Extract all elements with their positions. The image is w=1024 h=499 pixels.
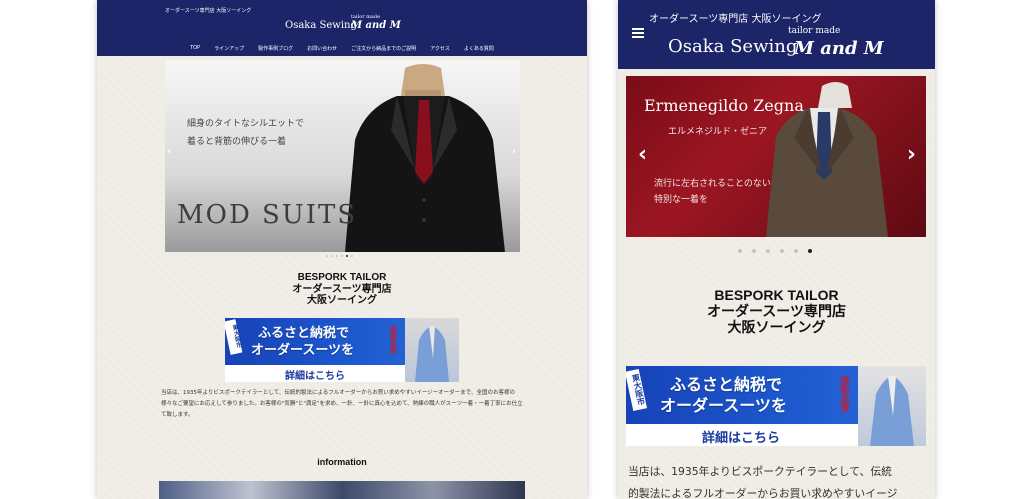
desktop-logo[interactable]: Osaka Sewing tailor made M and M: [285, 14, 425, 36]
nav-item-faq[interactable]: よくある質問: [464, 45, 494, 52]
slider-dot[interactable]: [341, 255, 343, 257]
hero-text: 細身のタイトなシルエットで 着ると背筋の伸びる一着: [187, 115, 304, 151]
hero-line-1: 細身のタイトなシルエットで: [187, 119, 305, 129]
nav-item-access[interactable]: アクセス: [430, 45, 450, 52]
mobile-hero-slider: Ermenegildo Zegna エルメネジルド・ゼニア 流行に左右されること…: [626, 76, 926, 237]
title-line-1: BESPORK TAILOR: [297, 272, 387, 283]
desktop-page-title: BESPORK TAILOR オーダースーツ専門店 大阪ソーイング: [242, 272, 442, 307]
nav-item-blog[interactable]: 製作事例ブログ: [258, 45, 293, 52]
mobile-furusato-banner[interactable]: 東大阪市 ふるさと納税で オーダースーツを 詳細はこちら 感動品質: [626, 366, 926, 446]
mobile-intro-text: 当店は、1935年よりビスポークテイラーとして、伝統 的製法によるフルオーダーか…: [628, 461, 928, 499]
banner-badge: 感動品質: [389, 326, 399, 354]
nav-item-order-guide[interactable]: ご注文から納品までのご説明: [351, 45, 416, 52]
title-line-1: BESPORK TAILOR: [714, 287, 839, 303]
slider-dot[interactable]: [794, 249, 798, 253]
banner-line-3: 詳細はこちら: [285, 371, 345, 382]
nav-item-lineup[interactable]: ラインアップ: [214, 45, 244, 52]
mobile-logo-script: M and M: [794, 38, 884, 59]
mobile-header: オーダースーツ専門店 大阪ソーイング Osaka Sewing tailor m…: [618, 0, 935, 69]
desktop-header: オーダースーツ専門店 大阪ソーイング Osaka Sewing tailor m…: [97, 0, 587, 56]
mobile-logo[interactable]: Osaka Sewing tailor made M and M: [668, 22, 908, 62]
hero-line-2: 着ると背筋の伸びる一着: [187, 137, 287, 147]
banner-tag: 東大阪市: [225, 319, 243, 355]
slider-dot-active[interactable]: [808, 249, 812, 253]
mobile-slider-dots: [738, 249, 812, 253]
desktop-slider-dots: [326, 255, 353, 257]
desktop-intro-text: 当店は、1935年よりビスポークテイラーとして、伝統的製法によるフルオーダーから…: [161, 390, 523, 418]
screenshot-stage: オーダースーツ専門店 大阪ソーイング Osaka Sewing tailor m…: [0, 0, 1024, 499]
mobile-slider-prev-arrow[interactable]: ‹: [638, 142, 647, 167]
zegna-brand-jp: エルメネジルド・ゼニア: [668, 127, 768, 137]
slider-dot[interactable]: [766, 249, 770, 253]
hero-caption: MOD SUITS: [177, 200, 358, 230]
desktop-hero-slider: 細身のタイトなシルエットで 着ると背筋の伸びる一着 MOD SUITS ‹ ›: [165, 60, 520, 252]
nav-item-top[interactable]: TOP: [190, 45, 200, 52]
banner-line-2: オーダースーツを: [660, 396, 787, 415]
mobile-slider-next-arrow[interactable]: ›: [907, 142, 916, 167]
zegna-copy: 流行に左右されることのない 特別な一着を: [654, 176, 771, 208]
slider-next-arrow[interactable]: ›: [512, 146, 516, 157]
title-line-2: オーダースーツ専門店: [292, 283, 392, 295]
slider-dot[interactable]: [336, 255, 338, 257]
slider-dot[interactable]: [351, 255, 353, 257]
slider-dot[interactable]: [752, 249, 756, 253]
desktop-tagline: オーダースーツ専門店 大阪ソーイング: [165, 8, 252, 14]
nav-item-contact[interactable]: お問い合わせ: [307, 45, 337, 52]
banner-badge: 感動品質: [838, 376, 849, 412]
mobile-logo-small: tailor made: [788, 26, 841, 36]
mobile-page-title: BESPORK TAILOR オーダースーツ専門店 大阪ソーイング: [658, 287, 895, 335]
desktop-info-image: [159, 481, 525, 499]
title-line-3: 大阪ソーイング: [727, 319, 826, 336]
zegna-brand: Ermenegildo Zegna: [644, 96, 804, 115]
zegna-copy-line-1: 流行に左右されることのない: [654, 179, 771, 189]
desktop-section-heading: information: [317, 457, 367, 467]
desktop-logo-script: M and M: [351, 20, 401, 31]
mobile-intro-line-2: 的製法によるフルオーダーからお買い求めやすいイージ: [628, 487, 898, 499]
mobile-intro-line-1: 当店は、1935年よりビスポークテイラーとして、伝統: [628, 465, 892, 478]
zegna-copy-line-2: 特別な一着を: [654, 195, 709, 205]
banner-suit-image: [858, 366, 926, 446]
banner-line-2: オーダースーツを: [251, 343, 355, 358]
mobile-page: オーダースーツ専門店 大阪ソーイング Osaka Sewing tailor m…: [618, 0, 935, 499]
slider-dot-active[interactable]: [346, 255, 348, 257]
title-line-2: オーダースーツ専門店: [706, 303, 847, 320]
slider-dot[interactable]: [780, 249, 784, 253]
slider-dot[interactable]: [326, 255, 328, 257]
slider-dot[interactable]: [738, 249, 742, 253]
mobile-logo-main: Osaka Sewing: [668, 36, 798, 57]
desktop-page: オーダースーツ専門店 大阪ソーイング Osaka Sewing tailor m…: [97, 0, 587, 499]
banner-suit-image: [405, 318, 459, 382]
banner-line-3: 詳細はこちら: [702, 431, 781, 446]
desktop-nav: TOP ラインアップ 製作事例ブログ お問い合わせ ご注文から納品までのご説明 …: [97, 45, 587, 52]
desktop-furusato-banner[interactable]: 東大阪市 ふるさと納税で オーダースーツを 詳細はこちら 感動品質: [225, 318, 459, 382]
slider-dot[interactable]: [331, 255, 333, 257]
desktop-logo-main: Osaka Sewing: [285, 20, 357, 31]
hamburger-icon[interactable]: [632, 28, 644, 38]
banner-tag: 東大阪市: [626, 368, 647, 412]
slider-prev-arrow[interactable]: ‹: [167, 146, 171, 157]
title-line-3: 大阪ソーイング: [307, 295, 377, 306]
